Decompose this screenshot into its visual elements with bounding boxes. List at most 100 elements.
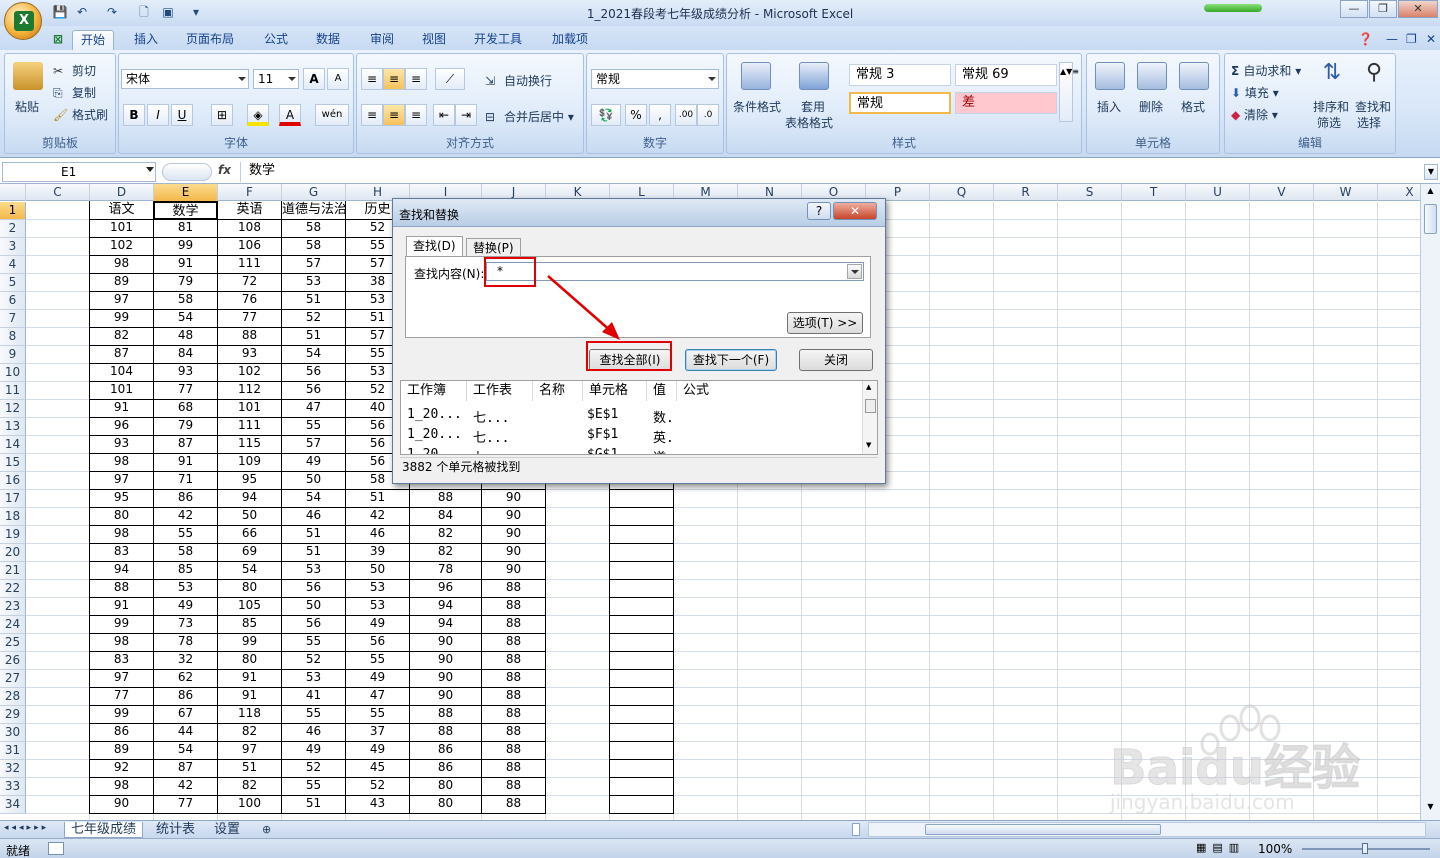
cell-d[interactable]: 88 xyxy=(89,579,154,598)
cell-g[interactable]: 49 xyxy=(281,741,346,760)
cell-f[interactable]: 94 xyxy=(217,489,282,508)
cell-f[interactable]: 76 xyxy=(217,291,282,310)
style-bad[interactable]: 差 xyxy=(955,92,1057,114)
find-select-button[interactable]: 查找和 xyxy=(1355,98,1391,115)
formula-input[interactable]: 数学 xyxy=(240,162,1420,182)
insert-cells-icon[interactable] xyxy=(1095,62,1125,90)
font-name-combo[interactable]: 宋体 xyxy=(121,69,249,89)
sheet-nav-icon[interactable]: ◂◂◂▸▸▸ xyxy=(4,823,49,833)
conditional-format-icon[interactable] xyxy=(741,62,771,90)
wrap-text-button[interactable]: ⇲ 自动换行 xyxy=(485,72,552,90)
cell-g[interactable]: 58 xyxy=(281,219,346,238)
header-cell-d[interactable]: 语文 xyxy=(89,201,154,220)
tab-find[interactable]: 查找(D) xyxy=(406,236,463,257)
cell-g[interactable]: 50 xyxy=(281,597,346,616)
dialog-close-icon[interactable]: ✕ xyxy=(833,202,877,220)
cell-i[interactable]: 88 xyxy=(409,705,482,724)
tab-insert[interactable]: 插入 xyxy=(126,30,166,50)
col-value[interactable]: 值 xyxy=(647,381,677,401)
cell-f[interactable]: 54 xyxy=(217,561,282,580)
cell-l[interactable] xyxy=(609,597,674,616)
view-buttons-icon[interactable]: ▦▤▥ xyxy=(1196,841,1252,856)
table-format-button[interactable]: 套用 xyxy=(801,98,825,115)
increase-decimal-icon[interactable]: .00 xyxy=(675,104,697,126)
cell-l[interactable] xyxy=(609,615,674,634)
row-header[interactable]: 6 xyxy=(0,292,26,310)
scroll-up-icon[interactable]: ▲ xyxy=(1423,186,1438,200)
tab-page-layout[interactable]: 页面布局 xyxy=(178,30,242,50)
cell-l[interactable] xyxy=(609,705,674,724)
row-header[interactable]: 2 xyxy=(0,220,26,238)
result-cell[interactable]: $E$1 xyxy=(587,407,618,422)
cell-e[interactable]: 54 xyxy=(153,741,218,760)
italic-button[interactable]: I xyxy=(147,104,169,126)
col-formula[interactable]: 公式 xyxy=(677,381,862,401)
cell-j[interactable]: 88 xyxy=(481,777,546,796)
help-icon[interactable]: ❓ xyxy=(1350,30,1381,50)
autosum-button[interactable]: Σ 自动求和 ▾ xyxy=(1231,62,1301,79)
cell-l[interactable] xyxy=(609,543,674,562)
cell-i[interactable]: 84 xyxy=(409,507,482,526)
cell-d[interactable]: 99 xyxy=(89,705,154,724)
cell-d[interactable]: 97 xyxy=(89,669,154,688)
cell-f[interactable]: 102 xyxy=(217,363,282,382)
cell-e[interactable]: 77 xyxy=(153,795,218,814)
row-header[interactable]: 27 xyxy=(0,670,26,688)
tab-addins[interactable]: 加载项 xyxy=(544,30,596,50)
row-header[interactable]: 13 xyxy=(0,418,26,436)
col-sheet[interactable]: 工作表 xyxy=(467,381,533,401)
cell-l[interactable] xyxy=(609,687,674,706)
cut-button[interactable]: ✂ 剪切 xyxy=(53,62,96,80)
cell-e[interactable]: 67 xyxy=(153,705,218,724)
cell-e[interactable]: 85 xyxy=(153,561,218,580)
result-cell[interactable]: $G$1 xyxy=(587,447,618,454)
formula-toggle-icon[interactable] xyxy=(162,163,212,181)
cell-d[interactable]: 95 xyxy=(89,489,154,508)
cell-d[interactable]: 83 xyxy=(89,543,154,562)
column-header-d[interactable]: D xyxy=(90,184,154,201)
tab-developer[interactable]: 开发工具 xyxy=(466,30,530,50)
cell-j[interactable]: 88 xyxy=(481,669,546,688)
cell-l[interactable] xyxy=(609,777,674,796)
column-header-s[interactable]: S xyxy=(1058,184,1122,201)
column-header-t[interactable]: T xyxy=(1122,184,1186,201)
cell-l[interactable] xyxy=(609,795,674,814)
table-format-icon[interactable] xyxy=(799,62,829,90)
cell-g[interactable]: 55 xyxy=(281,633,346,652)
header-cell-e[interactable]: 数学 xyxy=(153,201,218,220)
cell-g[interactable]: 46 xyxy=(281,507,346,526)
row-header[interactable]: 5 xyxy=(0,274,26,292)
cell-e[interactable]: 54 xyxy=(153,309,218,328)
result-book[interactable]: 1_20... xyxy=(407,447,462,454)
column-header-x[interactable]: X xyxy=(1378,184,1420,201)
cell-d[interactable]: 101 xyxy=(89,381,154,400)
row-header[interactable]: 24 xyxy=(0,616,26,634)
col-name[interactable]: 名称 xyxy=(533,381,583,401)
cell-e[interactable]: 53 xyxy=(153,579,218,598)
cell-e[interactable]: 87 xyxy=(153,435,218,454)
cell-g[interactable]: 54 xyxy=(281,489,346,508)
tab-review[interactable]: 审阅 xyxy=(362,30,402,50)
cell-e[interactable]: 44 xyxy=(153,723,218,742)
row-header[interactable]: 11 xyxy=(0,382,26,400)
name-box[interactable]: E1 xyxy=(2,162,156,182)
decrease-decimal-icon[interactable]: .0 xyxy=(697,104,719,126)
cell-d[interactable]: 94 xyxy=(89,561,154,580)
fill-button[interactable]: ⬇ 填充 ▾ xyxy=(1231,84,1279,101)
cell-g[interactable]: 49 xyxy=(281,453,346,472)
cell-g[interactable]: 53 xyxy=(281,669,346,688)
cell-f[interactable]: 80 xyxy=(217,579,282,598)
cell-j[interactable]: 88 xyxy=(481,615,546,634)
cell-i[interactable]: 82 xyxy=(409,525,482,544)
result-sheet[interactable]: 七... xyxy=(473,407,509,426)
results-scrollbar[interactable]: ▲ ▼ xyxy=(862,381,877,454)
cell-d[interactable]: 98 xyxy=(89,633,154,652)
cell-f[interactable]: 106 xyxy=(217,237,282,256)
result-cell[interactable]: $F$1 xyxy=(587,427,618,442)
cell-d[interactable]: 89 xyxy=(89,741,154,760)
cell-g[interactable]: 55 xyxy=(281,417,346,436)
cell-e[interactable]: 49 xyxy=(153,597,218,616)
cell-h[interactable]: 43 xyxy=(345,795,410,814)
cell-j[interactable]: 88 xyxy=(481,741,546,760)
cell-f[interactable]: 93 xyxy=(217,345,282,364)
